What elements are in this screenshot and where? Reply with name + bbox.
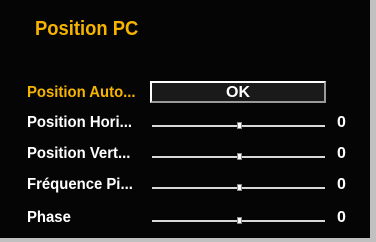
pixel-frequency-value: 0	[337, 176, 346, 193]
menu-title: Position PC	[35, 18, 139, 40]
position-auto-label: Position Auto...	[27, 84, 136, 101]
horizontal-position-value: 0	[337, 114, 346, 131]
ok-button-label: OK	[226, 84, 250, 101]
ok-button[interactable]: OK	[150, 81, 326, 103]
horizontal-position-slider-handle[interactable]	[236, 122, 242, 129]
osd-menu-panel: Position PC Position Auto... OK Position…	[0, 0, 376, 242]
horizontal-position-slider[interactable]	[152, 122, 325, 129]
menu-row-pixel-frequency[interactable]: Fréquence Pi... 0	[0, 172, 370, 200]
phase-slider[interactable]	[152, 217, 325, 224]
pixel-frequency-label: Fréquence Pi...	[27, 176, 133, 193]
vertical-position-label: Position Vert...	[27, 145, 131, 162]
vertical-position-slider[interactable]	[152, 153, 325, 160]
menu-row-horizontal-position[interactable]: Position Hori... 0	[0, 110, 370, 138]
menu-row-position-auto[interactable]: Position Auto... OK	[0, 80, 370, 108]
phase-label: Phase	[27, 209, 71, 226]
pixel-frequency-slider[interactable]	[152, 184, 325, 191]
vertical-position-value: 0	[337, 145, 346, 162]
horizontal-position-label: Position Hori...	[27, 114, 132, 131]
phase-value: 0	[337, 209, 346, 226]
phase-slider-handle[interactable]	[236, 217, 242, 224]
vertical-position-slider-handle[interactable]	[236, 153, 242, 160]
menu-row-phase[interactable]: Phase 0	[0, 205, 370, 233]
menu-row-vertical-position[interactable]: Position Vert... 0	[0, 141, 370, 169]
pixel-frequency-slider-handle[interactable]	[236, 184, 242, 191]
